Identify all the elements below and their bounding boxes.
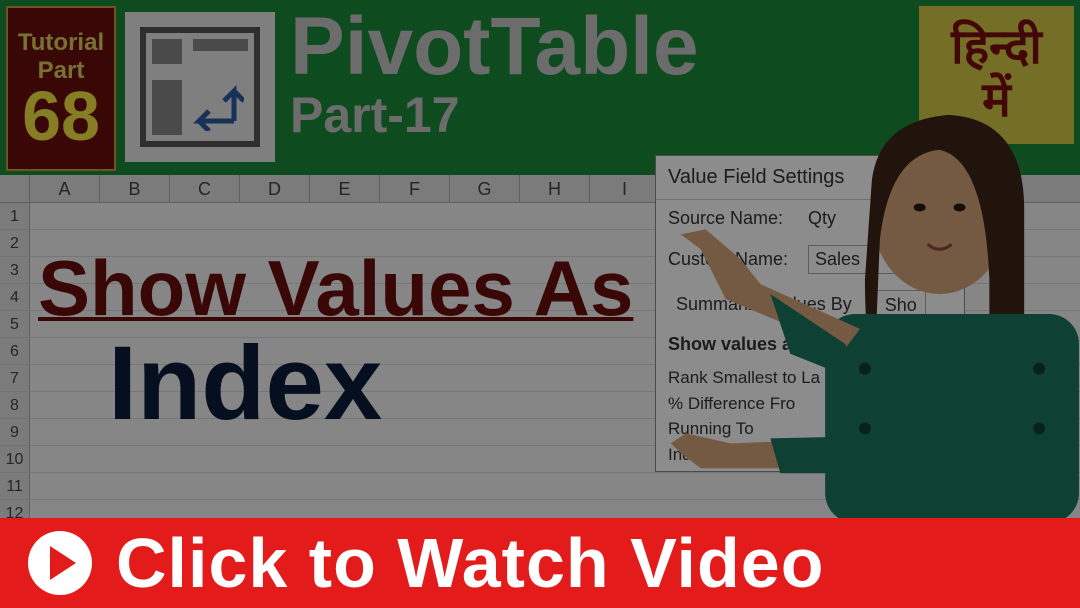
select-all-corner xyxy=(0,175,30,202)
play-icon[interactable] xyxy=(28,531,92,595)
presenter-image xyxy=(630,100,1080,518)
row-header: 1 xyxy=(0,203,30,230)
row-header: 3 xyxy=(0,257,30,284)
row-header: 9 xyxy=(0,419,30,446)
watch-video-text: Click to Watch Video xyxy=(116,523,824,603)
tutorial-number: 68 xyxy=(22,85,100,148)
row-header: 5 xyxy=(0,311,30,338)
row-header: 6 xyxy=(0,338,30,365)
pivot-arrow-icon xyxy=(189,76,244,131)
col-header: F xyxy=(380,175,450,202)
col-header: H xyxy=(520,175,590,202)
heading-line1: Show Values As xyxy=(38,243,633,334)
col-header: D xyxy=(240,175,310,202)
tutorial-part-badge: Tutorial Part 68 xyxy=(6,6,116,171)
heading-line2: Index xyxy=(108,324,633,444)
title-line1: PivotTable xyxy=(290,8,699,86)
hindi-line1: हिन्दी xyxy=(951,22,1042,75)
row-header: 11 xyxy=(0,473,30,500)
row-header: 4 xyxy=(0,284,30,311)
col-header: A xyxy=(30,175,100,202)
pivottable-icon xyxy=(125,12,275,162)
col-header: C xyxy=(170,175,240,202)
col-header: E xyxy=(310,175,380,202)
col-header: B xyxy=(100,175,170,202)
tutorial-label: Tutorial xyxy=(18,29,104,57)
row-header: 2 xyxy=(0,230,30,257)
col-header: G xyxy=(450,175,520,202)
row-header: 8 xyxy=(0,392,30,419)
row-header: 10 xyxy=(0,446,30,473)
row-headers-col: 1 2 3 4 5 6 7 8 9 10 11 12 xyxy=(0,203,30,527)
row-header: 7 xyxy=(0,365,30,392)
main-heading: Show Values As Index xyxy=(38,243,633,444)
watch-video-bar[interactable]: Click to Watch Video xyxy=(0,518,1080,608)
